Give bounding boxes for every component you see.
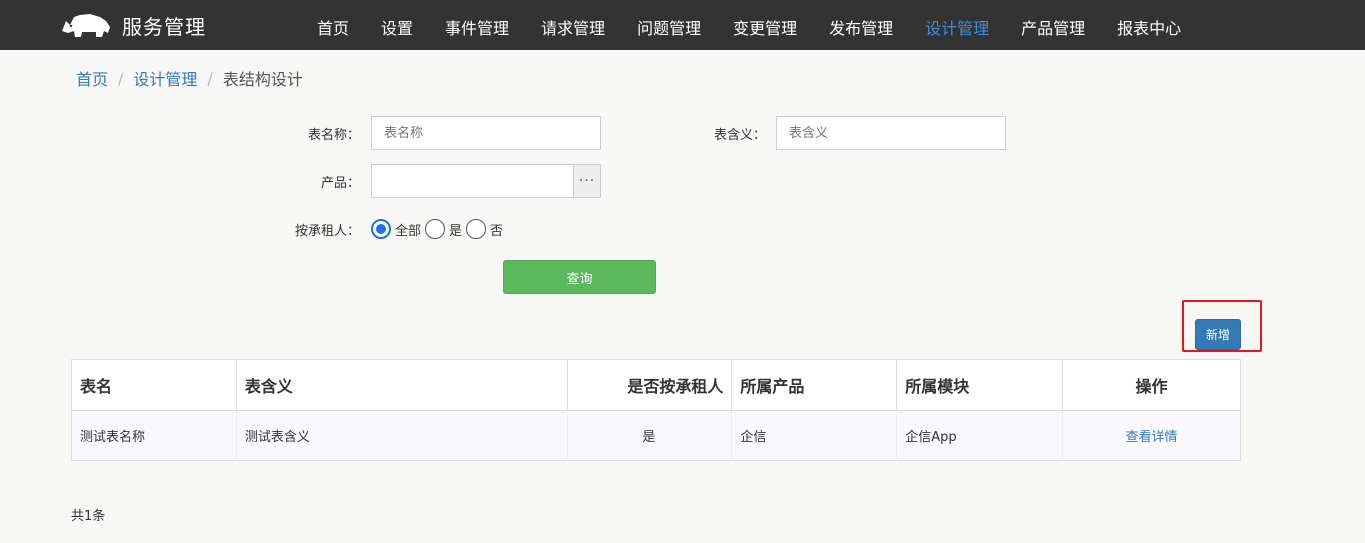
app-title: 服务管理 bbox=[122, 14, 206, 39]
cell-actions: 查看详情 bbox=[1062, 410, 1241, 461]
cell-by-tenant: 是 bbox=[567, 410, 733, 461]
query-button[interactable]: 查询 bbox=[503, 260, 656, 294]
header-actions: 操作 bbox=[1062, 359, 1241, 411]
rhino-icon bbox=[62, 14, 110, 37]
nav-item-design[interactable]: 设计管理 bbox=[909, 0, 1005, 50]
nav-item-settings[interactable]: 设置 bbox=[365, 0, 429, 50]
breadcrumb-section[interactable]: 设计管理 bbox=[133, 66, 197, 90]
tenant-radio-all-label[interactable]: 全部 bbox=[395, 220, 421, 239]
table-meaning-input[interactable] bbox=[776, 116, 1006, 150]
view-details-link[interactable]: 查看详情 bbox=[1126, 430, 1178, 445]
header-product: 所属产品 bbox=[731, 359, 898, 411]
table-header-row: 表名 表含义 是否按承租人 所属产品 所属模块 操作 bbox=[71, 359, 1241, 411]
more-icon[interactable]: ··· bbox=[573, 165, 600, 197]
product-input[interactable] bbox=[372, 165, 573, 197]
breadcrumb: 首页 / 设计管理 / 表结构设计 bbox=[76, 66, 303, 90]
tenant-radio-group: 全部 是 否 bbox=[371, 218, 507, 240]
cell-table-meaning: 测试表含义 bbox=[236, 410, 568, 461]
main-nav: 首页 设置 事件管理 请求管理 问题管理 变更管理 发布管理 设计管理 产品管理… bbox=[301, 0, 1197, 50]
tenant-radio-no[interactable] bbox=[466, 219, 487, 239]
nav-item-reports[interactable]: 报表中心 bbox=[1101, 0, 1197, 50]
table-name-label: 表名称： bbox=[307, 128, 360, 143]
nav-item-changes[interactable]: 变更管理 bbox=[717, 0, 813, 50]
nav-item-home[interactable]: 首页 bbox=[301, 0, 365, 50]
header-module: 所属模块 bbox=[896, 359, 1064, 411]
table-name-input[interactable] bbox=[371, 116, 601, 150]
app-logo[interactable]: 服务管理 bbox=[60, 10, 206, 40]
table-meaning-label: 表含义： bbox=[713, 128, 766, 143]
cell-table-name: 测试表名称 bbox=[71, 410, 237, 461]
breadcrumb-separator: / bbox=[207, 68, 213, 88]
tenant-radio-no-label[interactable]: 否 bbox=[490, 220, 503, 239]
header-table-name: 表名 bbox=[71, 359, 237, 411]
breadcrumb-home[interactable]: 首页 bbox=[76, 66, 108, 90]
cell-product: 企信 bbox=[731, 410, 898, 461]
add-button[interactable]: 新增 bbox=[1195, 319, 1241, 350]
breadcrumb-separator: / bbox=[118, 68, 124, 88]
cell-module: 企信App bbox=[896, 410, 1064, 461]
nav-item-requests[interactable]: 请求管理 bbox=[525, 0, 621, 50]
breadcrumb-current: 表结构设计 bbox=[222, 70, 303, 89]
table-row: 测试表名称 测试表含义 是 企信 企信App 查看详情 bbox=[71, 410, 1241, 461]
tenant-radio-yes-label[interactable]: 是 bbox=[449, 220, 462, 239]
product-label: 产品： bbox=[320, 176, 360, 191]
top-navbar: 服务管理 首页 设置 事件管理 请求管理 问题管理 变更管理 发布管理 设计管理… bbox=[0, 0, 1365, 50]
tenant-radio-all[interactable] bbox=[371, 219, 391, 239]
tenant-label: 按承租人： bbox=[294, 224, 360, 239]
tenant-radio-yes[interactable] bbox=[425, 219, 446, 239]
nav-item-releases[interactable]: 发布管理 bbox=[813, 0, 909, 50]
nav-item-incidents[interactable]: 事件管理 bbox=[429, 0, 525, 50]
header-by-tenant: 是否按承租人 bbox=[567, 359, 733, 411]
total-count: 共1条 bbox=[71, 509, 106, 524]
nav-item-products[interactable]: 产品管理 bbox=[1005, 0, 1101, 50]
nav-item-problems[interactable]: 问题管理 bbox=[621, 0, 717, 50]
table-structure-list: 表名 表含义 是否按承租人 所属产品 所属模块 操作 测试表名称 测试表含义 是… bbox=[71, 359, 1241, 461]
product-picker: ··· bbox=[371, 164, 601, 198]
header-table-meaning: 表含义 bbox=[236, 359, 568, 411]
